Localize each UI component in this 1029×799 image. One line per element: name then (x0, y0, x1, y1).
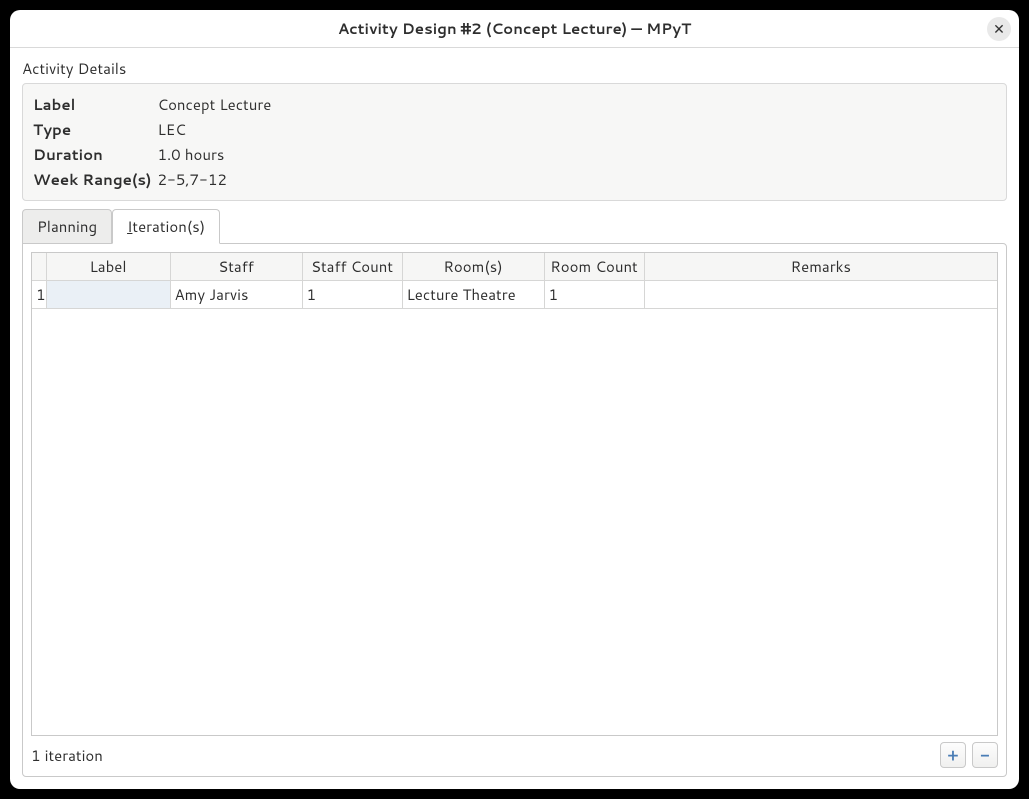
cell-room-count[interactable]: 1 (544, 281, 644, 309)
detail-row-duration: Duration 1.0 hours (33, 142, 277, 167)
cell-rooms[interactable]: Lecture Theatre (402, 281, 544, 309)
close-icon: ✕ (993, 22, 1005, 36)
cell-staff-count[interactable]: 1 (302, 281, 402, 309)
tab-planning[interactable]: Planning (22, 209, 112, 244)
iterations-table[interactable]: Label Staff Staff Count Room(s) Room Cou… (32, 253, 997, 309)
plus-icon: + (948, 744, 959, 767)
tab-label: Planning (37, 216, 97, 237)
activity-details-label: Activity Details (22, 58, 1007, 79)
dialog-window: Activity Design #2 (Concept Lecture) — M… (10, 10, 1019, 789)
titlebar: Activity Design #2 (Concept Lecture) — M… (10, 10, 1019, 48)
detail-value: 2-5,7-12 (157, 167, 277, 192)
col-header-rooms[interactable]: Room(s) (402, 253, 544, 281)
cell-staff[interactable]: Amy Jarvis (170, 281, 302, 309)
detail-key: Type (33, 117, 157, 142)
tab-bar: Planning Iteration(s) (22, 209, 1007, 244)
detail-key: Label (33, 92, 157, 117)
content-area: Activity Details Label Concept Lecture T… (10, 48, 1019, 789)
col-header-staff-count[interactable]: Staff Count (302, 253, 402, 281)
col-header-staff[interactable]: Staff (170, 253, 302, 281)
window-title: Activity Design #2 (Concept Lecture) — M… (338, 18, 691, 39)
activity-details-panel: Label Concept Lecture Type LEC Duration … (22, 83, 1007, 201)
table-header-row: Label Staff Staff Count Room(s) Room Cou… (32, 253, 997, 281)
detail-value: Concept Lecture (157, 92, 277, 117)
cell-rownum[interactable]: 1 (32, 281, 46, 309)
remove-iteration-button[interactable]: − (972, 742, 998, 768)
col-header-remarks[interactable]: Remarks (644, 253, 997, 281)
iterations-panel: Label Staff Staff Count Room(s) Room Cou… (22, 243, 1007, 777)
detail-key: Week Range(s) (33, 167, 157, 192)
detail-value: 1.0 hours (157, 142, 277, 167)
detail-row-weeks: Week Range(s) 2-5,7-12 (33, 167, 277, 192)
tab-iterations[interactable]: Iteration(s) (112, 209, 220, 244)
detail-row-type: Type LEC (33, 117, 277, 142)
col-header-label[interactable]: Label (46, 253, 170, 281)
detail-value: LEC (157, 117, 277, 142)
col-header-rownum[interactable] (32, 253, 46, 281)
close-button[interactable]: ✕ (987, 17, 1011, 41)
cell-label[interactable] (46, 281, 170, 309)
tab-label: Iteration(s) (127, 216, 205, 237)
minus-icon: − (980, 744, 989, 767)
col-header-room-count[interactable]: Room Count (544, 253, 644, 281)
cell-remarks[interactable] (644, 281, 997, 309)
add-iteration-button[interactable]: + (940, 742, 966, 768)
detail-key: Duration (33, 142, 157, 167)
iteration-buttons: + − (940, 742, 998, 768)
table-row[interactable]: 1 Amy Jarvis 1 Lecture Theatre 1 (32, 281, 997, 309)
iterations-table-wrap: Label Staff Staff Count Room(s) Room Cou… (31, 252, 998, 736)
iteration-count-status: 1 iteration (31, 745, 103, 766)
detail-row-label: Label Concept Lecture (33, 92, 277, 117)
iterations-footer: 1 iteration + − (31, 742, 998, 768)
activity-details-table: Label Concept Lecture Type LEC Duration … (33, 92, 277, 192)
